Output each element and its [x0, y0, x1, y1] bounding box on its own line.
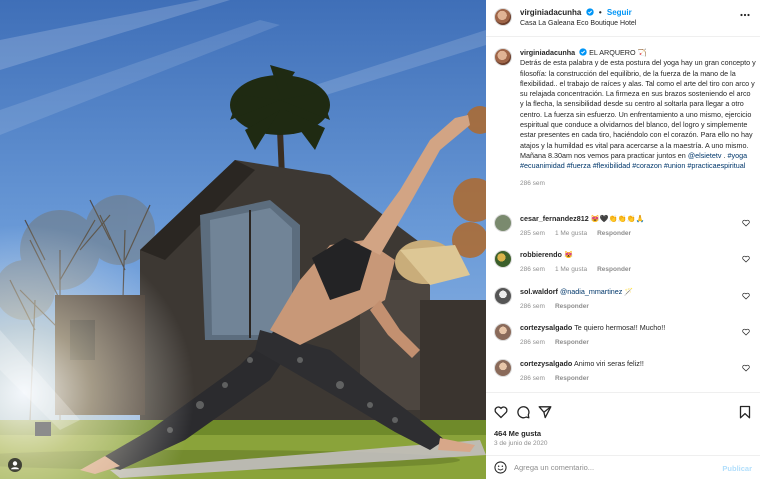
heart-icon[interactable]: [742, 219, 750, 227]
add-comment-bar: Publicar: [486, 455, 760, 479]
post-header: virginiadacunha • Seguir Casa La Galeana…: [486, 0, 760, 37]
comment-likes[interactable]: 1 Me gusta: [555, 230, 587, 237]
comment-username[interactable]: robbierendo: [520, 250, 562, 259]
avatar[interactable]: [494, 359, 512, 377]
post-author-username[interactable]: virginiadacunha: [520, 8, 581, 17]
share-icon[interactable]: [538, 405, 552, 419]
caption-title: EL ARQUERO 🏹: [589, 48, 647, 57]
yoga-pose-photo: [0, 0, 486, 479]
more-icon[interactable]: [740, 13, 750, 17]
tagged-user-icon[interactable]: [8, 458, 22, 472]
reply-button[interactable]: Responder: [597, 230, 631, 237]
comment-input[interactable]: [514, 460, 714, 475]
caption-mention-link[interactable]: @elsietetv: [688, 151, 722, 160]
comment-time: 286 sem: [520, 266, 545, 273]
comment-username[interactable]: cortezysalgado: [520, 359, 572, 368]
caption-time: 286 sem: [520, 179, 545, 187]
bookmark-icon[interactable]: [738, 405, 752, 419]
comment-time: 286 sem: [520, 375, 545, 382]
reply-button[interactable]: Responder: [555, 339, 589, 346]
post-photo[interactable]: [0, 0, 486, 479]
comment-item: robbierendo 😻 286 sem 1 Me gusta Responder: [494, 250, 756, 273]
avatar[interactable]: [494, 323, 512, 341]
comment-text: Animo viri seras feliz!!: [573, 359, 644, 368]
comment-text: Te quiero hermosa!! Mucho!!: [574, 323, 666, 332]
post-date[interactable]: 3 de junio de 2020: [494, 440, 548, 447]
comment-time: 286 sem: [520, 339, 545, 346]
comment-item: cortezysalgado Te quiero hermosa!! Mucho…: [494, 323, 756, 346]
caption-text: Detrás de esta palabra y de esta postura…: [520, 58, 756, 160]
comments-list[interactable]: virginiadacunha EL ARQUERO 🏹 Detrás de e…: [486, 38, 760, 391]
post-caption: virginiadacunha EL ARQUERO 🏹 Detrás de e…: [494, 48, 756, 187]
avatar[interactable]: [494, 250, 512, 268]
heart-icon[interactable]: [494, 405, 508, 419]
caption-username[interactable]: virginiadacunha: [520, 48, 575, 57]
comment-likes[interactable]: 1 Me gusta: [555, 266, 587, 273]
comment-time: 286 sem: [520, 303, 545, 310]
post-location[interactable]: Casa La Galeana Eco Boutique Hotel: [520, 20, 636, 27]
heart-icon[interactable]: [742, 364, 750, 372]
heart-icon[interactable]: [742, 328, 750, 336]
avatar[interactable]: [494, 287, 512, 305]
avatar[interactable]: [494, 214, 512, 232]
separator-dot: •: [598, 8, 602, 17]
caption-text-end: .: [723, 150, 726, 160]
heart-icon[interactable]: [742, 255, 750, 263]
comment-username[interactable]: cesar_fernandez812: [520, 214, 589, 223]
emoji-icon[interactable]: [494, 461, 507, 474]
heart-icon[interactable]: [742, 292, 750, 300]
reply-button[interactable]: Responder: [555, 303, 589, 310]
comment-text: 😻: [563, 250, 573, 259]
comment-username[interactable]: sol.waldorf: [520, 287, 558, 296]
reply-button[interactable]: Responder: [555, 375, 589, 382]
follow-button[interactable]: Seguir: [607, 8, 632, 17]
comment-time: 285 sem: [520, 230, 545, 237]
comment-item: cesar_fernandez812 😻🖤👏👏👏🙏 285 sem 1 Me gu…: [494, 214, 756, 237]
reply-button[interactable]: Responder: [597, 266, 631, 273]
comment-username[interactable]: cortezysalgado: [520, 323, 572, 332]
comment-icon[interactable]: [516, 405, 530, 419]
avatar[interactable]: [494, 48, 512, 66]
likes-count[interactable]: 464 Me gusta: [494, 429, 541, 438]
avatar[interactable]: [494, 8, 512, 26]
post-actions: 464 Me gusta 3 de junio de 2020: [486, 392, 760, 452]
comment-item: cortezysalgado Animo viri seras feliz!! …: [494, 359, 756, 382]
publish-button[interactable]: Publicar: [722, 464, 752, 473]
comment-text: 😻🖤👏👏👏🙏: [590, 214, 645, 223]
comment-item: sol.waldorf @nadia_mmartinez 🪄 286 sem Re…: [494, 287, 756, 310]
post-side-panel: virginiadacunha • Seguir Casa La Galeana…: [486, 0, 760, 479]
post-author-row: virginiadacunha • Seguir: [520, 8, 632, 17]
verified-icon: [585, 8, 594, 16]
comment-text: 🪄: [624, 287, 634, 296]
comment-mention-link[interactable]: @nadia_mmartinez: [560, 287, 622, 296]
verified-icon: [579, 48, 587, 56]
